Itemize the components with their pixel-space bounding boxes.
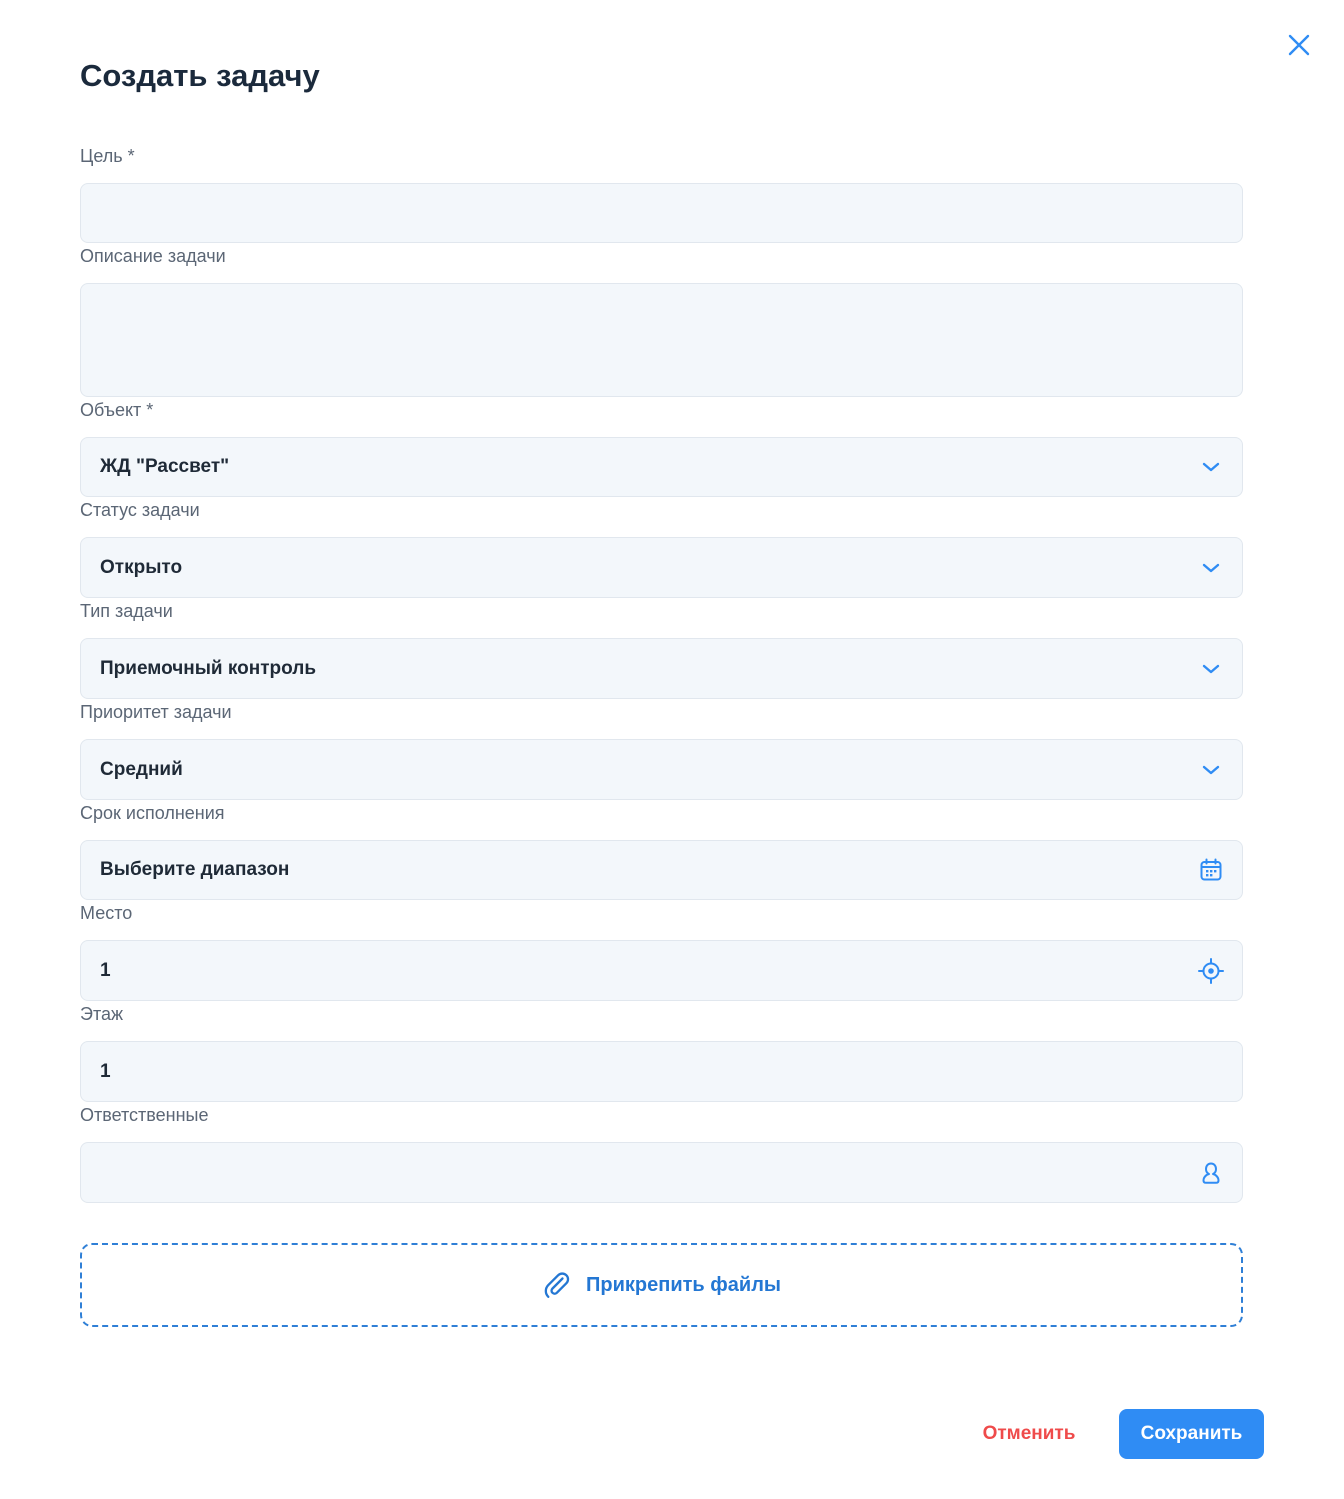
status-label: Статус задачи [80, 500, 200, 520]
attach-files-label: Прикрепить файлы [586, 1273, 781, 1296]
type-select[interactable]: Приемочный контроль [80, 638, 1243, 699]
place-input[interactable]: 1 [80, 940, 1243, 1001]
deadline-picker[interactable]: Выберите диапазон [80, 840, 1243, 900]
cancel-button[interactable]: Отменить [968, 1409, 1090, 1459]
crosshair-icon[interactable] [1198, 957, 1224, 984]
goal-label: Цель * [80, 146, 135, 166]
close-icon [1288, 34, 1310, 56]
floor-value: 1 [100, 1060, 111, 1082]
deadline-value: Выберите диапазон [100, 859, 290, 880]
description-label: Описание задачи [80, 246, 226, 266]
priority-select[interactable]: Средний [80, 739, 1243, 800]
object-value: ЖД "Рассвет" [100, 456, 230, 477]
goal-input[interactable] [80, 183, 1243, 243]
deadline-label: Срок исполнения [80, 803, 225, 823]
attach-files-button[interactable]: Прикрепить файлы [80, 1243, 1243, 1327]
create-task-dialog: Создать задачу Цель * Описание задачи Об… [0, 0, 1344, 1499]
chevron-down-icon [1198, 555, 1224, 581]
object-label: Объект * [80, 400, 154, 420]
chevron-down-icon [1198, 656, 1224, 682]
save-button[interactable]: Сохранить [1119, 1409, 1264, 1459]
priority-value: Средний [100, 758, 183, 780]
place-value: 1 [100, 959, 111, 981]
type-value: Приемочный контроль [100, 657, 317, 679]
close-button[interactable] [1284, 30, 1314, 60]
status-select[interactable]: Открыто [80, 537, 1243, 598]
chevron-down-icon [1198, 454, 1224, 480]
floor-label: Этаж [80, 1004, 124, 1024]
paperclip-icon [544, 1272, 570, 1298]
dialog-title: Создать задачу [80, 58, 320, 93]
description-textarea[interactable] [80, 283, 1243, 397]
assignees-label: Ответственные [80, 1105, 209, 1125]
assignees-input[interactable] [80, 1142, 1243, 1203]
calendar-icon[interactable] [1198, 857, 1224, 883]
user-icon[interactable] [1198, 1160, 1224, 1186]
priority-label: Приоритет задачи [80, 702, 232, 722]
type-label: Тип задачи [80, 601, 173, 621]
object-select[interactable]: ЖД "Рассвет" [80, 437, 1243, 497]
chevron-down-icon [1198, 757, 1224, 783]
floor-input[interactable]: 1 [80, 1041, 1243, 1102]
place-label: Место [80, 903, 133, 923]
status-value: Открыто [100, 556, 183, 578]
